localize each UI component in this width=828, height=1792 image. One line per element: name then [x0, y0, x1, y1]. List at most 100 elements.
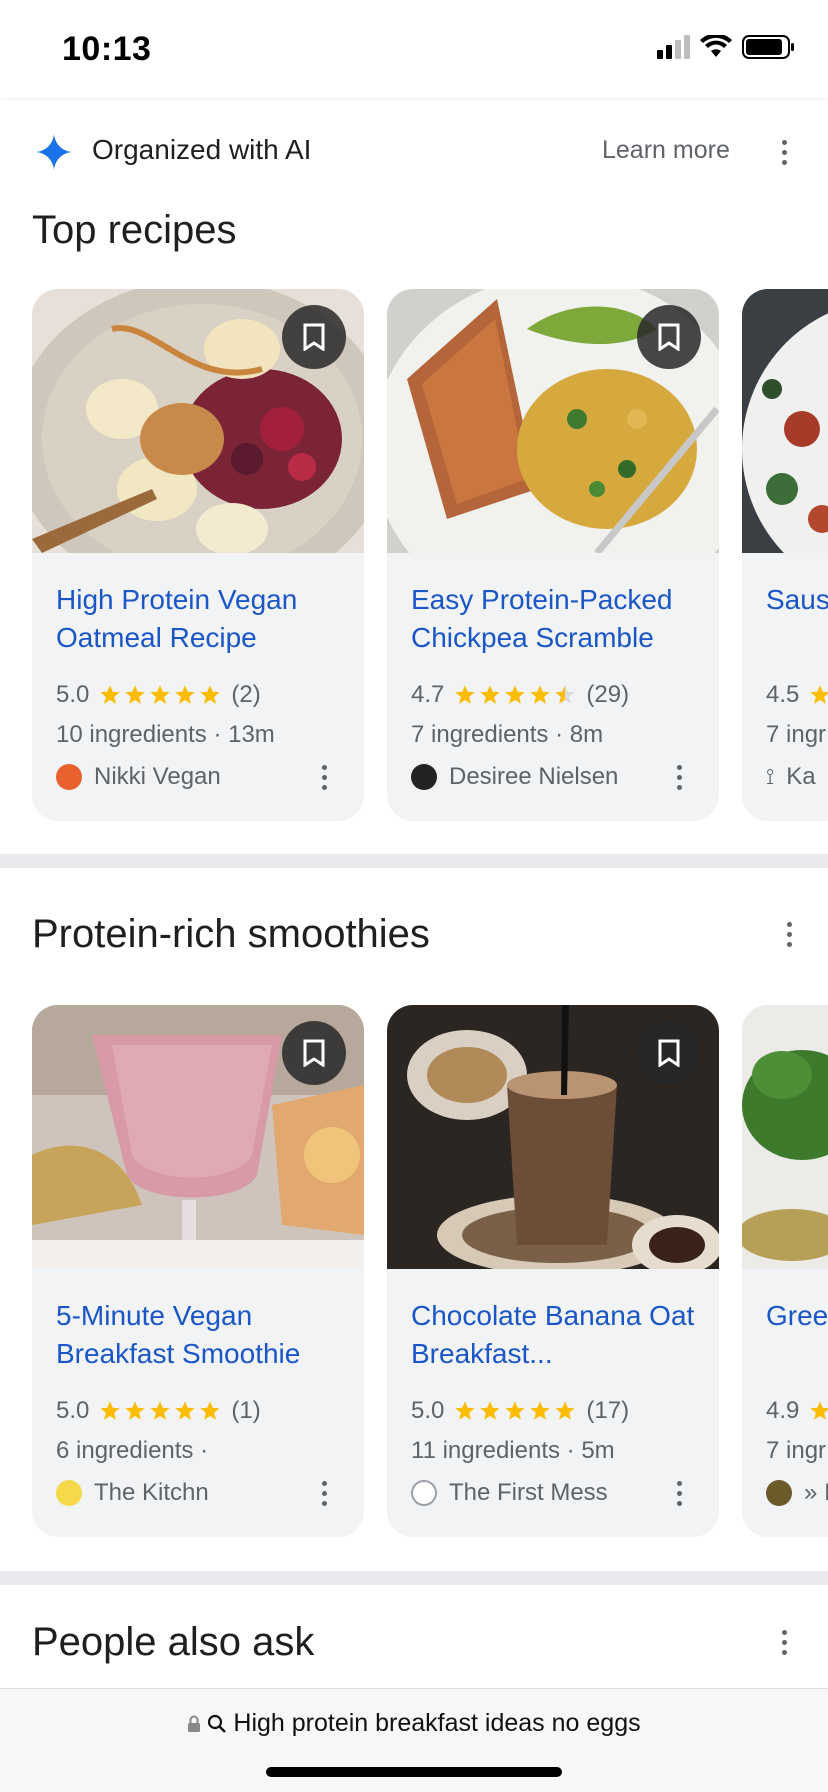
star-icon	[100, 1401, 120, 1420]
bookmark-button[interactable]	[282, 1021, 346, 1085]
home-indicator[interactable]	[266, 1767, 562, 1777]
ai-header-more-icon[interactable]	[774, 140, 794, 165]
recipe-card[interactable]: Chocolate Banana Oat Breakfast... 5.0 (1…	[387, 1005, 719, 1537]
bookmark-button[interactable]	[637, 305, 701, 369]
star-icon	[175, 1401, 195, 1420]
recipe-source[interactable]: The Kitchn	[56, 1479, 209, 1507]
recipe-title[interactable]: Gree Brea	[766, 1297, 828, 1335]
rating-row: 4.5	[766, 681, 828, 709]
recipe-source[interactable]: ⟟ Ka	[766, 763, 816, 791]
bookmark-button[interactable]	[282, 305, 346, 369]
star-icon	[505, 685, 525, 704]
star-icon	[455, 1401, 475, 1420]
star-rating-icon	[809, 684, 828, 706]
rating-value: 5.0	[56, 681, 90, 708]
recipe-source[interactable]: The First Mess	[411, 1479, 608, 1507]
rating-row: 5.0 (2)	[56, 681, 261, 709]
rating-value: 4.5	[766, 681, 800, 708]
bookmark-button[interactable]	[637, 1021, 701, 1085]
rating-row: 5.0 (17)	[411, 1397, 629, 1425]
star-icon	[810, 1401, 828, 1420]
source-name: The Kitchn	[94, 1479, 209, 1506]
star-icon	[125, 685, 145, 704]
source-logo-icon	[56, 764, 82, 790]
star-icon	[480, 685, 500, 704]
recipe-card[interactable]: Gree Brea 4.9 7 ingr » I	[742, 1005, 828, 1537]
source-name: Desiree Nielsen	[449, 763, 619, 790]
review-count: (29)	[586, 681, 630, 708]
star-rating-icon	[809, 1400, 828, 1422]
recipe-meta: 7 ingr	[766, 721, 827, 748]
ai-header-text: Organized with AI	[92, 134, 312, 165]
recipe-card[interactable]: High Protein Vegan Oatmeal Recipe 5.0 (2…	[32, 289, 364, 821]
recipe-card[interactable]: Saus Pepp 4.5 7 ingr ⟟ Ka	[742, 289, 828, 821]
rating-row: 4.9	[766, 1397, 828, 1425]
rating-value: 4.9	[766, 1397, 800, 1424]
rating-value: 4.7	[411, 681, 445, 708]
people-also-ask-more-icon[interactable]	[774, 1630, 794, 1655]
cellular-signal-icon	[657, 35, 690, 59]
recipe-title[interactable]: High Protein Vegan Oatmeal Recipe	[56, 581, 356, 657]
source-name: Ka	[786, 763, 816, 790]
search-results-page: 10:13 Organized with AI Learn more Top r…	[0, 0, 828, 1792]
review-count: (2)	[231, 681, 261, 708]
card-more-icon[interactable]	[314, 1481, 334, 1506]
wifi-icon	[700, 35, 732, 57]
star-rating-icon	[99, 1400, 221, 1422]
bookmark-icon	[303, 1039, 325, 1067]
status-time: 10:13	[62, 30, 152, 68]
recipe-meta: 10 ingredients · 13m	[56, 721, 275, 748]
smoothies-more-icon[interactable]	[779, 922, 799, 947]
rating-row: 5.0 (1)	[56, 1397, 261, 1425]
smoothies-title: Protein-rich smoothies	[32, 912, 430, 956]
top-recipes-title: Top recipes	[32, 208, 237, 252]
fork-knife-icon: ⟟	[766, 764, 775, 789]
recipe-title[interactable]: 5-Minute Vegan Breakfast Smoothie	[56, 1297, 356, 1373]
address-bar[interactable]: High protein breakfast ideas no eggs	[0, 1688, 828, 1792]
recipe-meta: 7 ingredients · 8m	[411, 721, 604, 748]
recipe-source[interactable]: Nikki Vegan	[56, 763, 221, 791]
recipe-title[interactable]: Chocolate Banana Oat Breakfast...	[411, 1297, 711, 1373]
star-icon	[530, 685, 550, 704]
recipe-source[interactable]: Desiree Nielsen	[411, 763, 618, 791]
address-bar-content[interactable]: High protein breakfast ideas no eggs	[0, 1709, 828, 1738]
recipe-title[interactable]: Easy Protein-Packed Chickpea Scramble	[411, 581, 711, 657]
source-logo-icon	[411, 1480, 437, 1506]
star-icon	[555, 685, 575, 704]
search-query: High protein breakfast ideas no eggs	[233, 1709, 641, 1737]
rating-value: 5.0	[56, 1397, 90, 1424]
card-more-icon[interactable]	[314, 765, 334, 790]
recipe-title[interactable]: Saus Pepp	[766, 581, 828, 619]
recipe-card[interactable]: Easy Protein-Packed Chickpea Scramble 4.…	[387, 289, 719, 821]
review-count: (1)	[231, 1397, 261, 1424]
star-rating-icon	[99, 684, 221, 706]
star-icon	[175, 685, 195, 704]
learn-more-link[interactable]: Learn more	[602, 136, 730, 165]
people-also-ask-title: People also ask	[32, 1620, 315, 1664]
star-icon	[555, 1401, 575, 1420]
star-icon	[505, 1401, 525, 1420]
status-icons	[657, 34, 796, 60]
card-more-icon[interactable]	[669, 1481, 689, 1506]
bookmark-icon	[303, 323, 325, 351]
star-rating-icon	[454, 1400, 576, 1422]
review-count: (17)	[586, 1397, 630, 1424]
star-icon	[125, 1401, 145, 1420]
recipe-meta: 6 ingredients ·	[56, 1437, 209, 1464]
recipe-source[interactable]: » I	[766, 1479, 828, 1507]
source-logo-icon	[411, 764, 437, 790]
source-name: The First Mess	[449, 1479, 608, 1506]
star-icon	[200, 1401, 220, 1420]
star-icon	[200, 685, 220, 704]
lock-icon	[188, 1715, 201, 1732]
spinach-image	[742, 1005, 828, 1269]
star-rating-icon	[454, 684, 576, 706]
source-name: Nikki Vegan	[94, 763, 221, 790]
star-icon	[810, 685, 828, 704]
recipe-card[interactable]: 5-Minute Vegan Breakfast Smoothie 5.0 (1…	[32, 1005, 364, 1537]
search-icon	[208, 1714, 227, 1733]
recipe-meta: 7 ingr	[766, 1437, 827, 1464]
card-more-icon[interactable]	[669, 765, 689, 790]
ai-header: Organized with AI Learn more	[0, 112, 828, 190]
star-icon	[455, 685, 475, 704]
